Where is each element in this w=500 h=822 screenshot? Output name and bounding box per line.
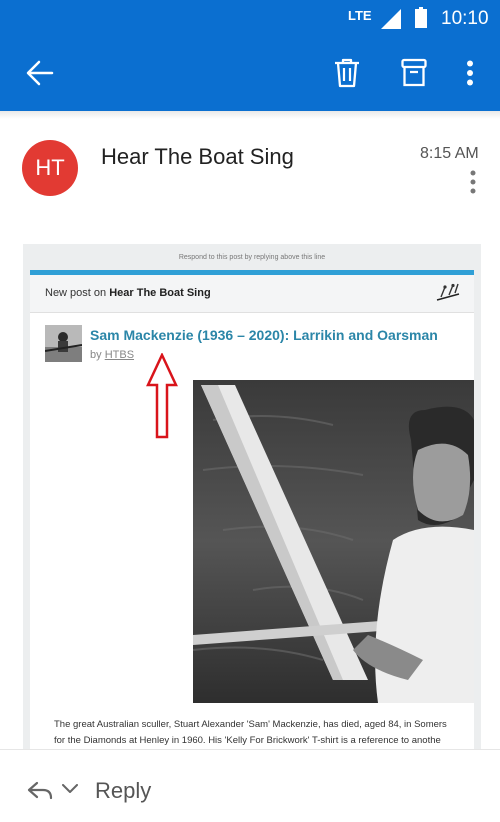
status-bar: LTE 10:10 xyxy=(0,0,500,36)
app-bar xyxy=(0,36,500,111)
byline-prefix: by xyxy=(90,349,105,361)
post-photo[interactable] xyxy=(193,380,474,703)
reply-bar: Reply xyxy=(0,749,500,822)
new-post-bar: New post on Hear The Boat Sing xyxy=(30,275,474,313)
trash-icon[interactable] xyxy=(334,58,360,88)
clock: 10:10 xyxy=(441,8,489,29)
sender-avatar[interactable]: HT xyxy=(22,140,78,196)
network-type: LTE xyxy=(348,8,372,23)
post-author-thumbnail[interactable] xyxy=(45,325,82,362)
new-post-label: New post on Hear The Boat Sing xyxy=(45,287,211,299)
avatar-initials: HT xyxy=(35,155,65,180)
header-shadow xyxy=(0,111,500,119)
post-panel: New post on Hear The Boat Sing Sam Macke… xyxy=(30,275,474,754)
annotation-arrow-icon xyxy=(146,353,178,439)
email-body: Respond to this post by replying above t… xyxy=(23,244,481,754)
signal-icon xyxy=(381,9,401,29)
reply-arrow-icon[interactable] xyxy=(27,780,53,800)
blog-logo-image[interactable] xyxy=(435,282,461,304)
post-excerpt: The great Australian sculler, Stuart Ale… xyxy=(30,717,474,749)
post-title-link[interactable]: Sam Mackenzie (1936 – 2020): Larrikin an… xyxy=(90,327,438,343)
received-time: 8:15 AM xyxy=(420,145,479,162)
blog-name[interactable]: Hear The Boat Sing xyxy=(109,287,210,299)
sender-name[interactable]: Hear The Boat Sing xyxy=(101,144,294,170)
chevron-down-icon[interactable] xyxy=(62,784,78,794)
more-vert-icon[interactable] xyxy=(466,60,474,86)
new-post-prefix: New post on xyxy=(45,287,110,299)
reply-button[interactable]: Reply xyxy=(95,778,151,804)
respond-instruction: Respond to this post by replying above t… xyxy=(178,254,326,261)
excerpt-line-1: The great Australian sculler, Stuart Ale… xyxy=(54,719,447,730)
arrow-left-icon[interactable] xyxy=(26,60,54,86)
message-more-icon[interactable] xyxy=(469,170,477,194)
battery-icon xyxy=(415,7,427,28)
excerpt-line-2: for the Diamonds at Henley in 1960. His … xyxy=(54,735,441,746)
post-byline: by HTBS xyxy=(90,349,134,361)
archive-icon[interactable] xyxy=(401,58,427,88)
author-link[interactable]: HTBS xyxy=(105,349,134,361)
